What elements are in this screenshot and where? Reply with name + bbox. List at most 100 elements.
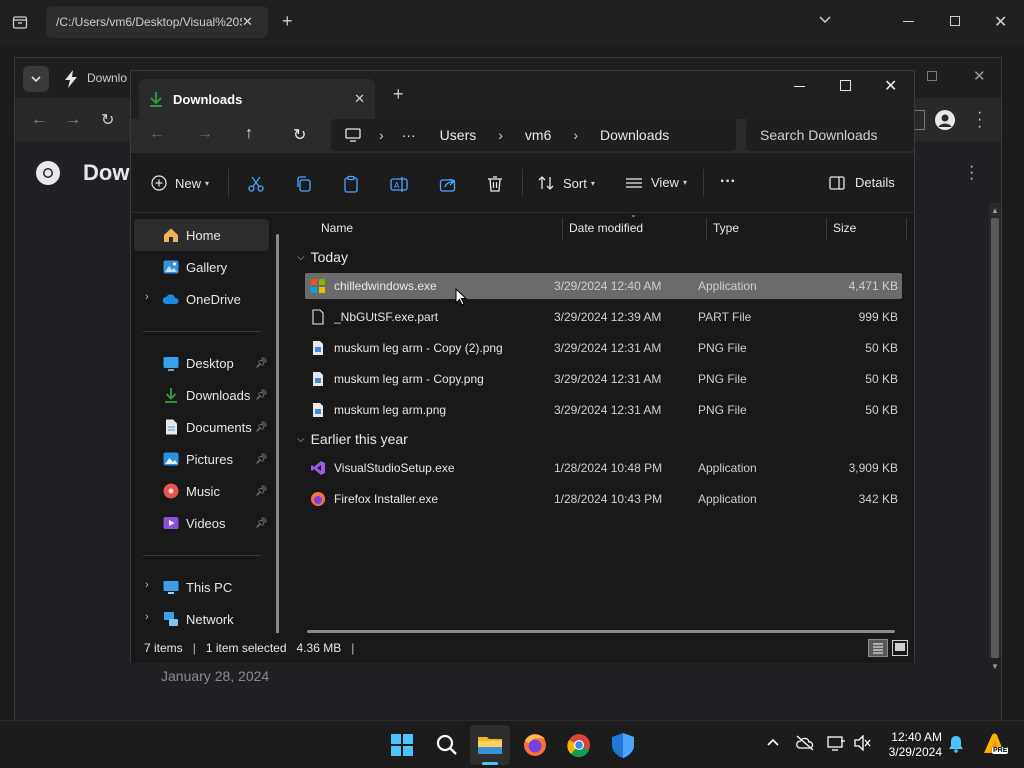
file-row[interactable]: chilledwindows.exe 3/29/2024 12:40 AM Ap… bbox=[305, 273, 902, 299]
sort-button[interactable]: Sort ▾ bbox=[537, 175, 595, 191]
sidebar-item-videos[interactable]: Videos 📌︎ bbox=[134, 507, 269, 539]
sidebar-item-gallery[interactable]: Gallery bbox=[134, 251, 269, 283]
chevron-up-icon[interactable] bbox=[766, 737, 780, 747]
profile-avatar-icon[interactable] bbox=[935, 110, 955, 130]
sidebar-item-home[interactable]: Home bbox=[134, 219, 269, 251]
collapse-chevron-icon[interactable]: ⌵ bbox=[297, 434, 305, 445]
chevron-down-icon: ▾ bbox=[590, 178, 595, 188]
new-tab-plus-icon[interactable]: + bbox=[393, 84, 404, 105]
column-header-type[interactable]: Type bbox=[713, 214, 739, 242]
tab-close-icon[interactable]: ✕ bbox=[354, 91, 365, 107]
reload-icon[interactable]: ↻ bbox=[101, 110, 114, 130]
pin-icon[interactable]: 📌︎ bbox=[255, 518, 268, 529]
pin-icon[interactable]: 📌︎ bbox=[255, 358, 268, 369]
group-header-earlier[interactable]: ⌵ Earlier this year bbox=[297, 431, 408, 447]
pin-icon[interactable]: 📌︎ bbox=[255, 390, 268, 401]
sidebar-scrollbar[interactable] bbox=[276, 234, 279, 634]
rename-icon[interactable]: A bbox=[390, 175, 408, 193]
scroll-up-icon[interactable]: ▲ bbox=[991, 206, 999, 215]
cloud-offline-icon[interactable] bbox=[795, 735, 815, 751]
defender-shield-icon[interactable] bbox=[607, 729, 639, 761]
minimize-icon[interactable] bbox=[794, 86, 805, 87]
column-header-name[interactable]: Name bbox=[321, 214, 353, 242]
expand-chevron-icon[interactable]: › bbox=[145, 291, 149, 303]
display-network-icon[interactable] bbox=[827, 735, 845, 751]
chrome-restore-icon[interactable] bbox=[927, 71, 937, 81]
scroll-down-icon[interactable]: ▼ bbox=[991, 662, 999, 671]
chrome-icon[interactable] bbox=[563, 729, 595, 761]
page-menu-icon[interactable]: · · · bbox=[969, 159, 974, 187]
clock[interactable]: 12:40 AM 3/29/2024 bbox=[889, 730, 942, 760]
volume-muted-icon[interactable] bbox=[853, 735, 871, 751]
column-header-size[interactable]: Size bbox=[833, 214, 856, 242]
new-tab-plus-icon[interactable]: + bbox=[282, 11, 293, 32]
breadcrumb-downloads[interactable]: Downloads bbox=[600, 127, 669, 143]
sidebar-item-this-pc[interactable]: › This PC bbox=[134, 571, 269, 603]
view-button[interactable]: View ▾ bbox=[625, 175, 687, 190]
maximize-icon[interactable] bbox=[840, 80, 851, 91]
refresh-icon[interactable]: ↻ bbox=[293, 125, 306, 145]
firefox-icon[interactable] bbox=[519, 729, 551, 761]
group-header-today[interactable]: ⌵ Today bbox=[297, 249, 348, 265]
breadcrumb-users[interactable]: Users bbox=[440, 127, 477, 143]
file-row[interactable]: Firefox Installer.exe 1/28/2024 10:43 PM… bbox=[305, 486, 902, 512]
kebab-menu-icon[interactable]: · · · bbox=[977, 105, 982, 135]
taskbar-explorer-active[interactable] bbox=[470, 725, 510, 765]
paste-icon[interactable] bbox=[342, 175, 360, 193]
share-icon[interactable] bbox=[439, 175, 457, 193]
forward-arrow-icon[interactable]: → bbox=[197, 125, 213, 143]
minimize-icon[interactable] bbox=[903, 21, 914, 22]
details-button[interactable]: Details bbox=[829, 175, 895, 190]
outer-tab[interactable]: /C:/Users/vm6/Desktop/Visual%20S ✕ bbox=[46, 6, 268, 38]
cut-icon[interactable] bbox=[247, 175, 265, 193]
sidebar-item-onedrive[interactable]: › OneDrive bbox=[134, 283, 269, 315]
expand-chevron-icon[interactable]: › bbox=[145, 611, 149, 623]
sidebar-item-pictures[interactable]: Pictures 📌︎ bbox=[134, 443, 269, 475]
up-arrow-icon[interactable]: ↑ bbox=[245, 125, 253, 143]
more-options-icon[interactable]: ··· bbox=[720, 173, 736, 191]
file-row[interactable]: muskum leg arm - Copy.png 3/29/2024 12:3… bbox=[305, 366, 902, 392]
chrome-scroll-thumb[interactable] bbox=[991, 218, 999, 658]
forward-arrow-icon[interactable]: → bbox=[65, 111, 81, 129]
chrome-close-icon[interactable]: ✕ bbox=[973, 67, 986, 85]
chevron-down-icon[interactable] bbox=[818, 15, 832, 25]
tiles-view-toggle-icon[interactable] bbox=[892, 640, 908, 656]
column-divider bbox=[826, 218, 827, 240]
sidebar-item-desktop[interactable]: Desktop 📌︎ bbox=[134, 347, 269, 379]
search-input[interactable]: Search Downloads bbox=[746, 119, 914, 151]
tab-actions-icon[interactable] bbox=[12, 14, 28, 30]
file-row[interactable]: _NbGUtSF.exe.part 3/29/2024 12:39 AM PAR… bbox=[305, 304, 902, 330]
sidebar-item-downloads[interactable]: Downloads 📌︎ bbox=[134, 379, 269, 411]
copilot-pre-badge[interactable]: PRE bbox=[980, 731, 1009, 759]
sidebar-item-documents[interactable]: Documents 📌︎ bbox=[134, 411, 269, 443]
expand-chevron-icon[interactable]: › bbox=[145, 579, 149, 591]
back-arrow-icon[interactable]: ← bbox=[149, 125, 165, 143]
copy-icon[interactable] bbox=[295, 175, 313, 193]
breadcrumb-vm6[interactable]: vm6 bbox=[525, 127, 551, 143]
pin-icon[interactable]: 📌︎ bbox=[255, 422, 268, 433]
window-close-icon[interactable]: ✕ bbox=[994, 12, 1007, 32]
sidebar-item-network[interactable]: › Network bbox=[134, 603, 269, 635]
new-button[interactable]: New ▾ bbox=[151, 175, 209, 191]
sidebar-item-music[interactable]: Music 📌︎ bbox=[134, 475, 269, 507]
collapse-chevron-icon[interactable]: ⌵ bbox=[297, 252, 305, 263]
restore-icon[interactable] bbox=[950, 16, 960, 26]
breadcrumb-more[interactable]: ··· bbox=[402, 127, 416, 143]
window-close-icon[interactable]: ✕ bbox=[884, 76, 897, 96]
back-arrow-icon[interactable]: ← bbox=[31, 111, 47, 129]
delete-icon[interactable] bbox=[486, 175, 504, 193]
pin-icon[interactable]: 📌︎ bbox=[255, 486, 268, 497]
file-row[interactable]: muskum leg arm - Copy (2).png 3/29/2024 … bbox=[305, 335, 902, 361]
pin-icon[interactable]: 📌︎ bbox=[255, 454, 268, 465]
search-icon[interactable] bbox=[431, 729, 463, 761]
file-row[interactable]: muskum leg arm.png 3/29/2024 12:31 AM PN… bbox=[305, 397, 902, 423]
address-bar[interactable]: › ··· Users › vm6 › Downloads bbox=[331, 119, 736, 151]
notification-bell-icon[interactable] bbox=[948, 735, 964, 753]
details-view-toggle-icon[interactable] bbox=[868, 639, 888, 657]
tab-search-button[interactable] bbox=[23, 66, 49, 92]
windows-start-icon[interactable] bbox=[386, 729, 418, 761]
file-row[interactable]: VisualStudioSetup.exe 1/28/2024 10:48 PM… bbox=[305, 455, 902, 481]
sort-label: Sort bbox=[563, 175, 587, 191]
close-icon[interactable]: ✕ bbox=[242, 14, 253, 30]
explorer-tab[interactable]: Downloads ✕ bbox=[139, 79, 375, 119]
